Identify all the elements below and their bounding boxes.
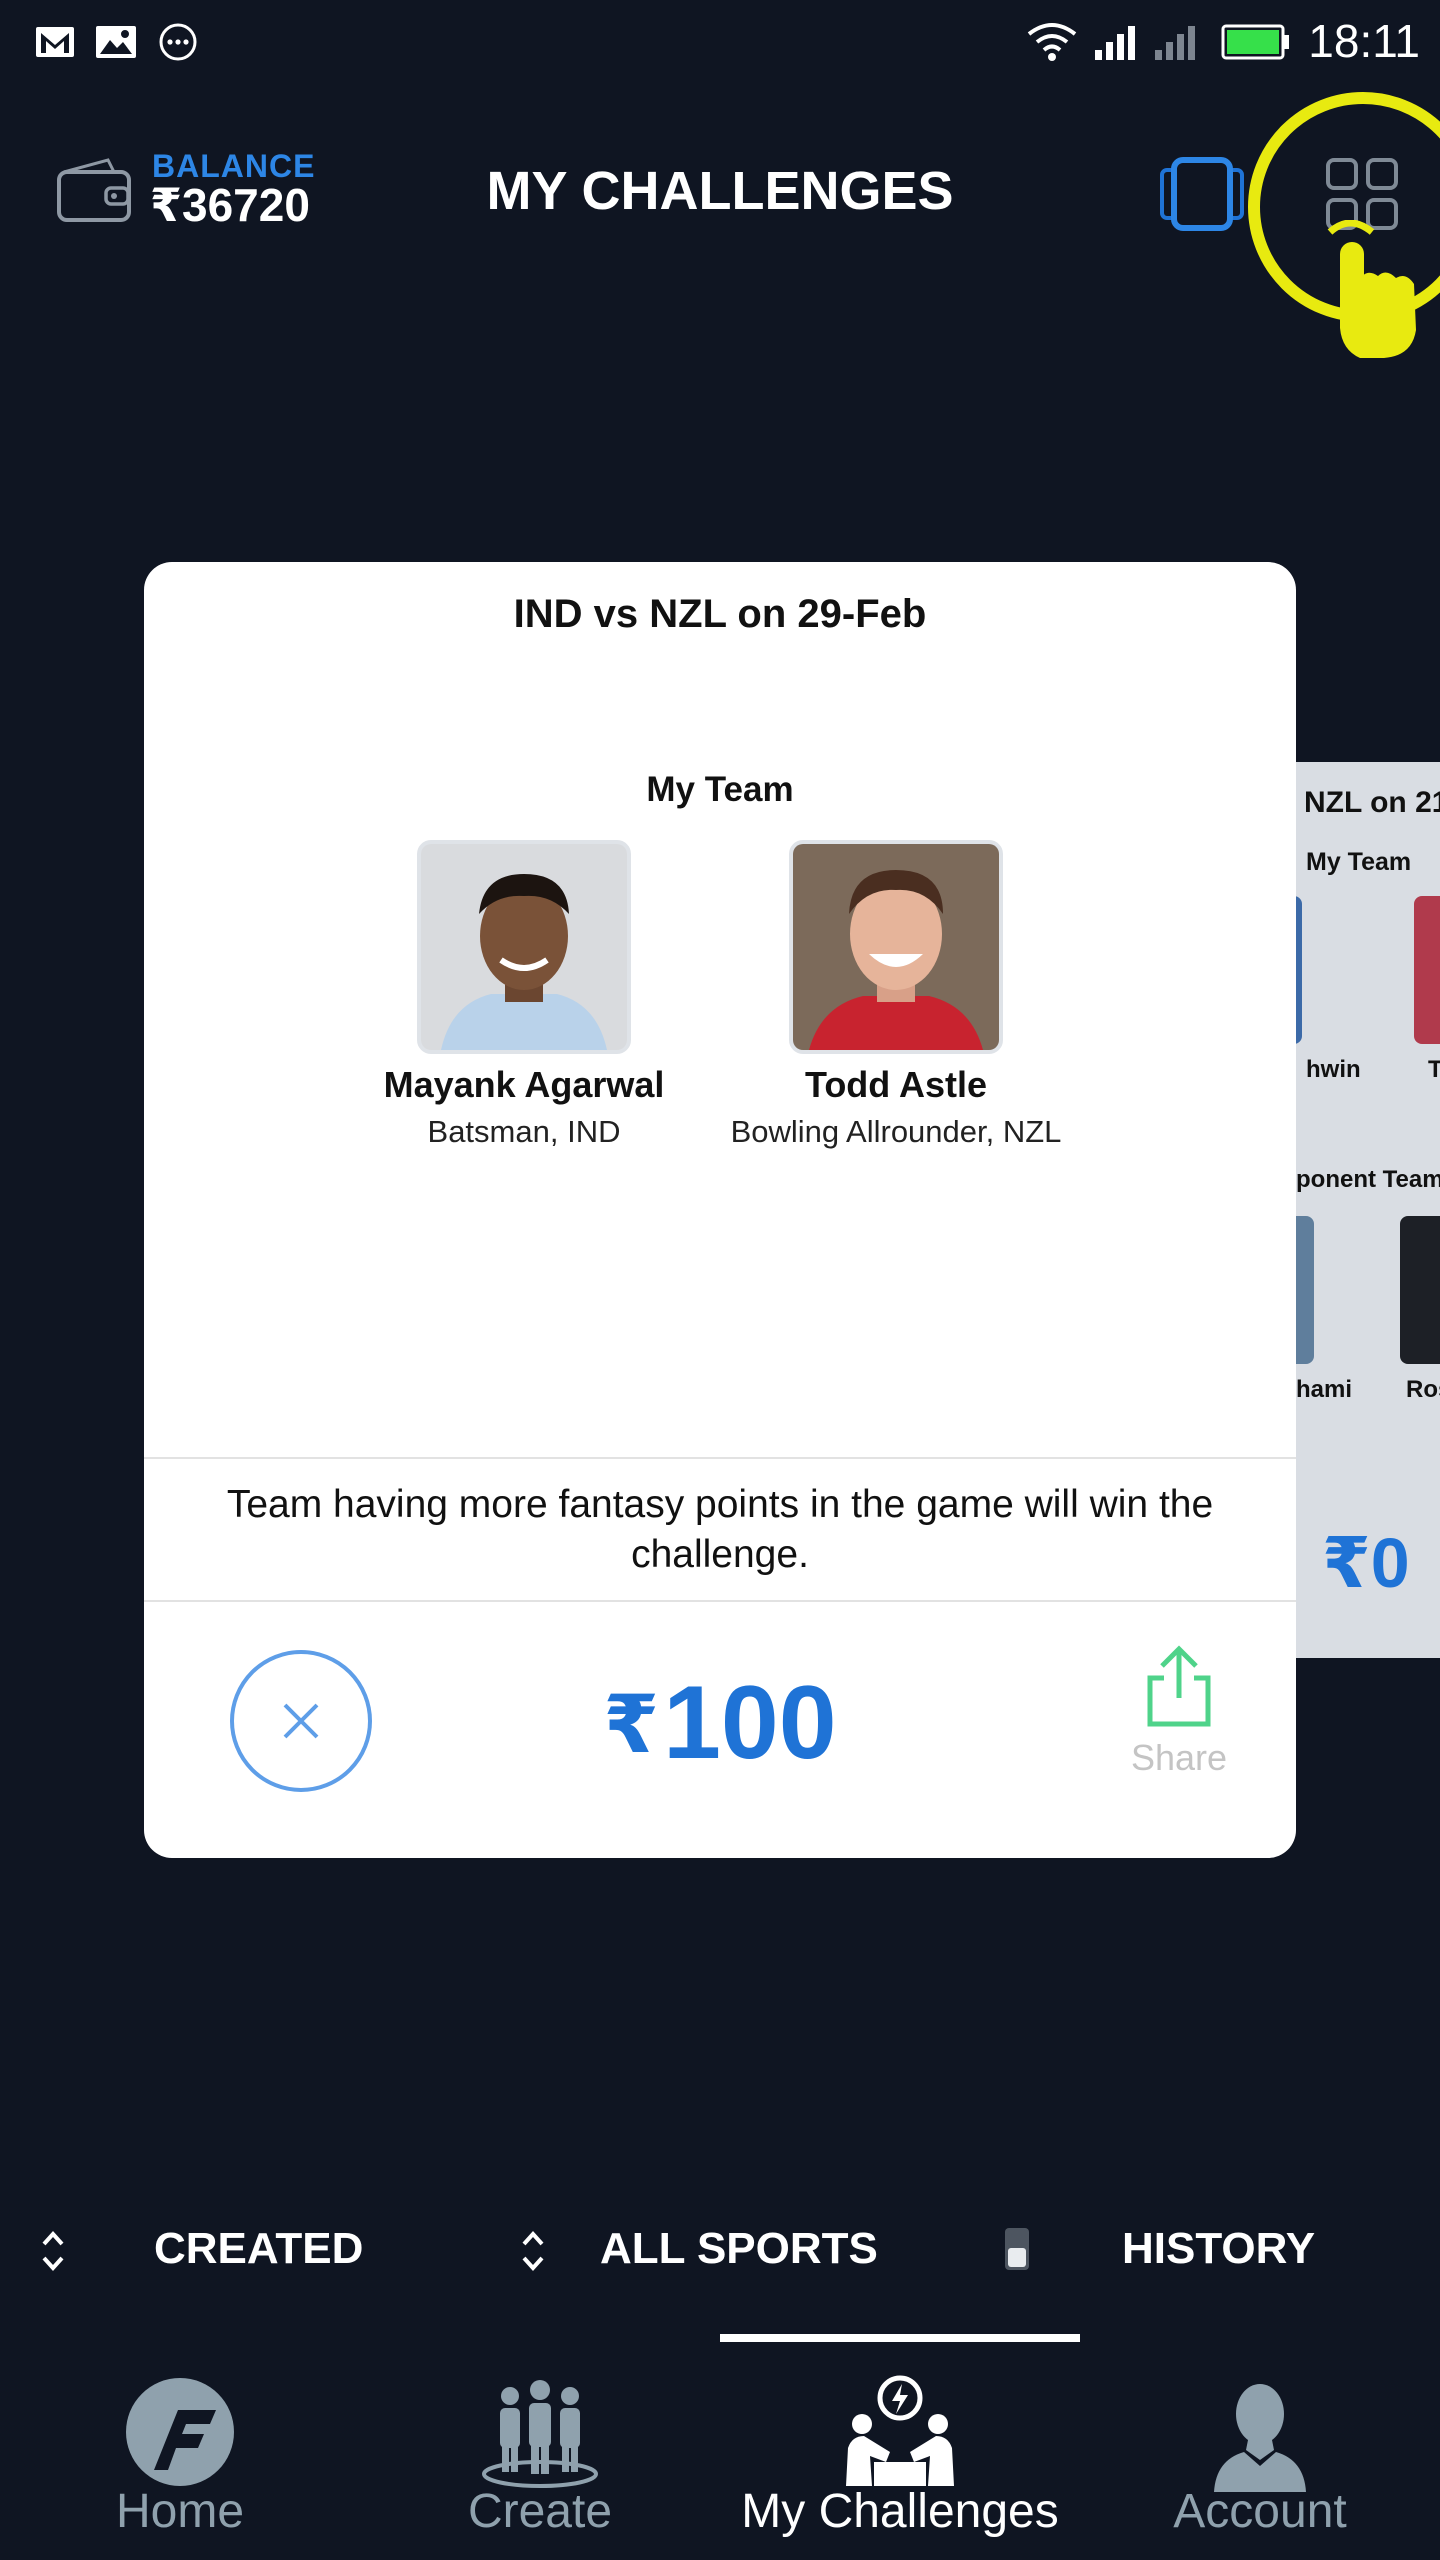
peek-player-name: hwin bbox=[1306, 1056, 1361, 1083]
peek-opponent-name: Ros bbox=[1406, 1376, 1440, 1403]
nav-create-label: Create bbox=[467, 2485, 613, 2538]
peek-opponent-photo bbox=[1400, 1216, 1440, 1364]
challenge-card[interactable]: IND vs NZL on 29-Feb My Team Mayank Agar… bbox=[144, 562, 1296, 1858]
player-photo bbox=[789, 840, 1003, 1054]
divider bbox=[144, 1600, 1296, 1602]
status-bar: 18:11 bbox=[0, 0, 1440, 84]
filter-bar: CREATED ALL SPORTS HISTORY bbox=[0, 2206, 1440, 2298]
player-role: Batsman, IND bbox=[427, 1114, 621, 1149]
toggle-icon[interactable] bbox=[1002, 2224, 1032, 2274]
nav-account-label: Account bbox=[1173, 2485, 1347, 2538]
nav-account[interactable]: Account bbox=[1080, 2334, 1440, 2560]
nav-home-label: Home bbox=[115, 2485, 245, 2538]
filter-history[interactable]: HISTORY bbox=[1122, 2224, 1315, 2274]
filter-created[interactable]: CREATED bbox=[154, 2224, 363, 2274]
peek-team-label: My Team bbox=[1306, 848, 1412, 876]
battery-icon bbox=[1220, 20, 1292, 64]
peek-amount: ₹0 bbox=[1322, 1524, 1410, 1602]
peek-card-title: NZL on 21 bbox=[1304, 786, 1440, 819]
status-time: 18:11 bbox=[1308, 15, 1420, 67]
currency-symbol: ₹ bbox=[603, 1680, 660, 1769]
app-header: BALANCE ₹36720 MY CHALLENGES bbox=[0, 130, 1440, 260]
nav-my-challenges[interactable]: My Challenges bbox=[720, 2334, 1080, 2560]
share-icon bbox=[1147, 1645, 1211, 1727]
sort-icon[interactable] bbox=[518, 2226, 548, 2276]
amount-value: 100 bbox=[663, 1665, 837, 1781]
player-name: Mayank Agarwal bbox=[383, 1064, 665, 1105]
nav-create[interactable]: Create bbox=[360, 2334, 720, 2560]
challenge-title: IND vs NZL on 29-Feb bbox=[513, 592, 927, 636]
sort-icon[interactable] bbox=[38, 2226, 68, 2276]
account-icon bbox=[1200, 2374, 1320, 2494]
share-button[interactable]: Share bbox=[1104, 1644, 1254, 1784]
peek-opponent-photo bbox=[1296, 1216, 1314, 1364]
challenges-icon bbox=[840, 2374, 960, 2494]
tap-hand-icon bbox=[1320, 219, 1440, 360]
home-logo-icon bbox=[120, 2374, 240, 2494]
bottom-navigation: Home Create My Challenges Account bbox=[0, 2334, 1440, 2560]
player-card[interactable]: Todd Astle Bowling Allrounder, NZL bbox=[706, 840, 1086, 1150]
nav-my-challenges-label: My Challenges bbox=[741, 2485, 1059, 2538]
peek-player-photo bbox=[1414, 896, 1440, 1044]
gallery-icon bbox=[94, 20, 138, 64]
my-team-label: My Team bbox=[646, 770, 794, 809]
create-team-icon bbox=[480, 2374, 600, 2494]
challenge-rule-text: Team having more fantasy points in the g… bbox=[226, 1483, 1214, 1576]
signal-icon bbox=[1092, 20, 1142, 64]
player-card[interactable]: Mayank Agarwal Batsman, IND bbox=[334, 840, 714, 1150]
signal-icon-2 bbox=[1152, 20, 1202, 64]
player-role: Bowling Allrounder, NZL bbox=[730, 1114, 1062, 1149]
player-photo bbox=[417, 840, 631, 1054]
nav-home[interactable]: Home bbox=[0, 2334, 360, 2560]
single-view-icon[interactable] bbox=[1160, 152, 1244, 236]
more-icon bbox=[156, 20, 200, 64]
peek-opponent-name: hami bbox=[1296, 1376, 1353, 1403]
filter-all-sports[interactable]: ALL SPORTS bbox=[600, 2224, 878, 2274]
player-name: Todd Astle bbox=[805, 1064, 987, 1105]
share-label: Share bbox=[1130, 1737, 1228, 1778]
peek-player-photo bbox=[1296, 896, 1302, 1044]
peek-opponent-label: ponent Team bbox=[1296, 1166, 1440, 1193]
peek-player-name: T bbox=[1428, 1056, 1440, 1083]
gmail-icon bbox=[34, 20, 76, 64]
divider bbox=[144, 1457, 1296, 1459]
wifi-icon bbox=[1024, 20, 1080, 64]
next-challenge-card-peek[interactable]: NZL on 21 My Team hwin T ponent Team ham… bbox=[1296, 762, 1440, 1658]
